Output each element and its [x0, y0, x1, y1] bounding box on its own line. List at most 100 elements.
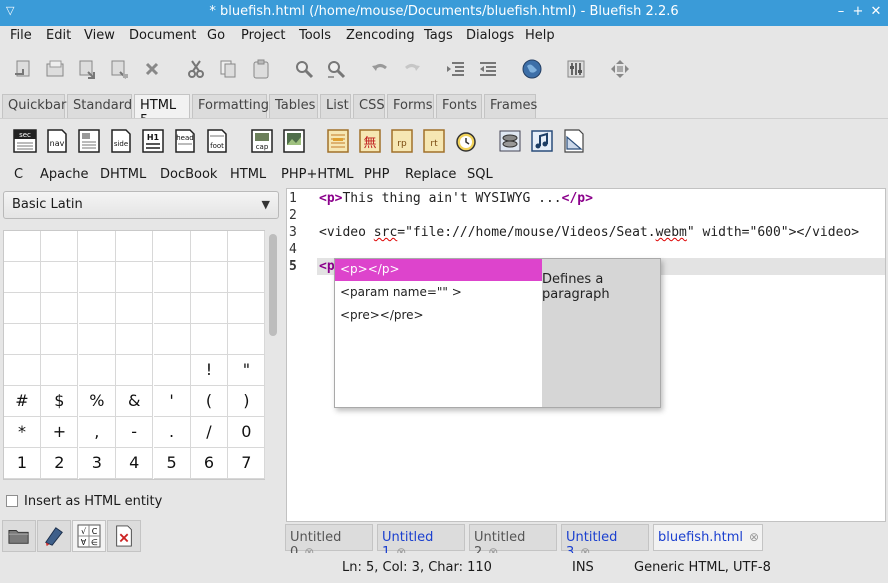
menu-file[interactable]: File	[10, 28, 32, 43]
scrollbar-thumb[interactable]	[269, 234, 277, 336]
char-cell[interactable]	[153, 262, 191, 293]
tab-css[interactable]: CSS	[353, 94, 385, 118]
char-cell[interactable]	[4, 262, 41, 293]
char-cell[interactable]: 0	[228, 417, 266, 448]
browser-preview-icon[interactable]	[521, 58, 543, 80]
autocomplete-item[interactable]: <pre></pre>	[335, 305, 542, 327]
char-cell[interactable]: $	[41, 386, 79, 417]
cut-icon[interactable]	[185, 58, 207, 80]
doc-tab[interactable]: Untitled 0⊗	[285, 524, 373, 560]
char-cell[interactable]	[116, 231, 154, 262]
indent-icon[interactable]	[445, 58, 467, 80]
char-cell[interactable]: ,	[78, 417, 116, 448]
char-cell[interactable]: 4	[116, 448, 154, 479]
char-cell[interactable]	[78, 231, 116, 262]
tab-quickbar[interactable]: Quickbar	[2, 94, 66, 118]
video-icon[interactable]	[498, 129, 522, 153]
maximize-icon[interactable]: +	[851, 4, 865, 20]
figure-icon[interactable]	[282, 129, 306, 153]
tab-file-browser[interactable]	[2, 520, 36, 552]
char-cell[interactable]	[228, 231, 266, 262]
doc-tab[interactable]: Untitled 3⊗	[561, 524, 649, 560]
char-cell[interactable]	[116, 355, 154, 386]
save-as-icon[interactable]	[108, 58, 130, 80]
undo-icon[interactable]	[369, 58, 391, 80]
char-cell[interactable]: )	[228, 386, 266, 417]
char-cell[interactable]: /	[191, 417, 228, 448]
hgroup-icon[interactable]: H1	[141, 129, 165, 153]
lang-replace[interactable]: Replace	[405, 167, 456, 182]
open-icon[interactable]	[44, 58, 66, 80]
menu-help[interactable]: Help	[525, 28, 555, 43]
char-cell[interactable]	[78, 355, 116, 386]
tab-frames[interactable]: Frames	[484, 94, 537, 118]
section-icon[interactable]: sec	[13, 129, 37, 153]
char-cell[interactable]: 1	[4, 448, 41, 479]
char-cell[interactable]: 7	[228, 448, 266, 479]
char-cell[interactable]: (	[191, 386, 228, 417]
preferences-icon[interactable]	[565, 58, 587, 80]
aside-icon[interactable]: side	[109, 129, 133, 153]
mark-icon[interactable]	[326, 129, 350, 153]
menu-tags[interactable]: Tags	[424, 28, 453, 43]
char-cell[interactable]	[4, 231, 41, 262]
menu-view[interactable]: View	[84, 28, 115, 43]
char-cell[interactable]: .	[153, 417, 191, 448]
nav-icon[interactable]: nav	[45, 129, 69, 153]
tab-forms[interactable]: Forms	[387, 94, 434, 118]
audio-icon[interactable]	[530, 129, 554, 153]
paste-icon[interactable]	[250, 58, 272, 80]
char-cell[interactable]	[153, 355, 191, 386]
char-cell[interactable]	[191, 324, 228, 355]
autocomplete-item[interactable]: <p></p>	[335, 259, 542, 281]
char-cell[interactable]	[191, 293, 228, 324]
char-cell[interactable]: %	[78, 386, 116, 417]
tab-html5[interactable]: HTML 5	[134, 94, 190, 128]
char-cell[interactable]: 2	[41, 448, 79, 479]
char-cell[interactable]	[78, 262, 116, 293]
replace-icon[interactable]	[325, 58, 347, 80]
char-cell[interactable]	[4, 293, 41, 324]
doc-tab[interactable]: Untitled 1⊗	[377, 524, 465, 560]
new-file-icon[interactable]	[12, 58, 34, 80]
insert-entity-checkbox[interactable]	[6, 495, 18, 507]
document-encoding[interactable]: Generic HTML, UTF-8	[634, 560, 771, 575]
ruby-icon[interactable]: 無	[358, 129, 382, 153]
copy-icon[interactable]	[217, 58, 239, 80]
tab-bookmarks[interactable]	[37, 520, 71, 552]
fullscreen-icon[interactable]	[609, 58, 631, 80]
char-cell[interactable]	[41, 355, 79, 386]
close-tab-icon[interactable]: ⊗	[749, 530, 759, 544]
char-cell[interactable]	[41, 262, 79, 293]
unindent-icon[interactable]	[477, 58, 499, 80]
menu-edit[interactable]: Edit	[46, 28, 71, 43]
minimize-icon[interactable]: –	[834, 4, 848, 20]
footer-icon[interactable]: foot	[205, 129, 229, 153]
char-cell[interactable]	[191, 262, 228, 293]
insert-entity-option[interactable]: Insert as HTML entity	[6, 494, 162, 509]
tab-formatting[interactable]: Formatting	[192, 94, 269, 118]
time-icon[interactable]	[454, 129, 478, 153]
lang-php-html[interactable]: PHP+HTML	[281, 167, 354, 182]
char-cell[interactable]	[4, 324, 41, 355]
lang-sql[interactable]: SQL	[467, 167, 493, 182]
char-cell[interactable]	[228, 293, 266, 324]
character-grid[interactable]: ! " # $% & '() * +, -./0 1 2 3 4 5 6 7	[3, 230, 266, 480]
menu-project[interactable]: Project	[241, 28, 285, 43]
charmap-scrollbar[interactable]	[268, 230, 278, 480]
canvas-icon[interactable]	[562, 129, 586, 153]
menu-zencoding[interactable]: Zencoding	[346, 28, 415, 43]
tab-standard[interactable]: Standard	[67, 94, 132, 118]
insert-mode[interactable]: INS	[572, 560, 594, 575]
char-cell[interactable]: '	[153, 386, 191, 417]
char-cell[interactable]: -	[116, 417, 154, 448]
lang-c[interactable]: C	[14, 167, 23, 182]
autocomplete-item[interactable]: <param name="" >	[335, 282, 542, 304]
char-cell[interactable]: 6	[191, 448, 228, 479]
unicode-block-select[interactable]: Basic Latin ▼	[3, 191, 279, 219]
tab-fonts[interactable]: Fonts	[436, 94, 482, 118]
char-cell[interactable]	[41, 293, 79, 324]
char-cell[interactable]	[228, 324, 266, 355]
lang-html[interactable]: HTML	[230, 167, 266, 182]
tab-charmap[interactable]: √ C ∀ ∈	[72, 520, 106, 552]
